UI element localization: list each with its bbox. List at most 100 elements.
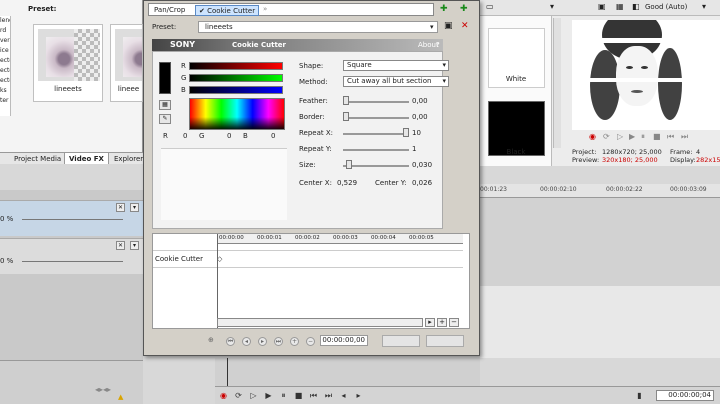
go-to-start-icon[interactable]: ⏮ [309, 391, 318, 400]
play-icon[interactable]: ▶ [629, 132, 635, 141]
play-icon[interactable]: ▶ [264, 391, 273, 400]
plugin-chain-icon[interactable]: ✚ [440, 4, 448, 14]
monitor-icon[interactable]: ▣ [598, 2, 606, 11]
audio-track-header[interactable]: 0 % ✕ ▾ [0, 238, 143, 274]
keyframe-time[interactable]: 00:00:00,00 [320, 335, 368, 346]
level-slider[interactable] [22, 219, 123, 220]
last-keyframe-icon[interactable]: ⏭ [274, 337, 283, 346]
fx-list-item[interactable]: ver [0, 36, 10, 46]
track-menu-button[interactable]: ▾ [130, 203, 139, 212]
blank-icon[interactable]: ▭ [486, 2, 494, 11]
go-to-end-icon[interactable]: ⏭ [324, 391, 333, 400]
loop-icon[interactable]: ⟳ [234, 391, 243, 400]
border-thumb[interactable] [343, 112, 349, 121]
delete-preset-icon[interactable]: ✕ [461, 21, 469, 31]
scroll-right-icon[interactable]: ▸ [425, 318, 435, 327]
keyframe-ruler[interactable]: 00:00:00 00:00:01 00:00:02 00:00:03 00:0… [217, 234, 463, 244]
record-icon[interactable]: ◉ [589, 132, 596, 141]
green-slider[interactable] [189, 74, 283, 82]
repeat-x-value[interactable]: 10 [412, 129, 421, 137]
next-frame-icon[interactable]: ▸ [354, 391, 363, 400]
play-from-start-icon[interactable]: ▷ [617, 132, 623, 141]
shape-select[interactable]: Square [343, 60, 449, 71]
border-slider[interactable] [343, 117, 409, 119]
fx-list-item[interactable]: ecto [0, 56, 10, 66]
fx-list-item[interactable]: lend [0, 16, 10, 26]
feather-value[interactable]: 0,00 [412, 97, 428, 105]
size-thumb[interactable] [346, 160, 352, 169]
prev-keyframe-icon[interactable]: ◂ [242, 337, 251, 346]
eyedropper-icon[interactable]: ✎ [159, 114, 171, 124]
track-fx-button[interactable]: ✕ [116, 241, 125, 250]
pause-icon[interactable]: ⏸ [279, 391, 288, 400]
add-fx-icon[interactable]: ✚ [460, 4, 468, 14]
center-y-value[interactable]: 0,026 [412, 179, 432, 187]
video-track-header[interactable]: 0 % ✕ ▾ [0, 200, 143, 236]
fx-list-item[interactable]: ice [0, 46, 10, 56]
preset-thumbnail[interactable]: lineee [110, 24, 143, 102]
size-value[interactable]: 0,030 [412, 161, 432, 169]
fx-list-item[interactable]: rd [0, 26, 10, 36]
quality-menu-icon[interactable]: ▾ [702, 2, 706, 11]
preset-thumbnail[interactable]: lineeets [33, 24, 103, 102]
preset-scrollbar[interactable] [553, 18, 561, 148]
go-to-start-icon[interactable]: ⏮ [667, 132, 674, 142]
center-x-value[interactable]: 0,529 [337, 179, 357, 187]
feather-thumb[interactable] [343, 96, 349, 105]
repeat-x-thumb[interactable] [403, 128, 409, 137]
delete-keyframe-icon[interactable]: − [306, 337, 315, 346]
fx-list-item[interactable]: ecto [0, 76, 10, 86]
about-icon[interactable]: ? [436, 39, 440, 51]
keyframe-row[interactable]: Cookie Cutter ◇ [153, 250, 463, 268]
repeat-y-value[interactable]: 1 [412, 145, 416, 153]
quality-select[interactable]: Good (Auto) [645, 3, 687, 11]
border-value[interactable]: 0,00 [412, 113, 428, 121]
loop-icon[interactable]: ⟳ [603, 132, 610, 141]
color-swatch[interactable] [159, 62, 171, 94]
fx-cookie-cutter[interactable]: ✔ Cookie Cutter [195, 5, 260, 16]
track-fx-button[interactable]: ✕ [116, 203, 125, 212]
preset-dropdown-icon[interactable]: ▾ [430, 23, 434, 31]
timeline-time[interactable]: 00:00:00;04 [656, 390, 714, 401]
video-track-lane[interactable] [480, 198, 720, 286]
red-slider[interactable] [189, 62, 283, 70]
fx-list-item[interactable]: ks [0, 86, 10, 96]
next-keyframe-icon[interactable]: ▸ [258, 337, 267, 346]
fx-list[interactable]: lend rd ver ice ecto ecto ecto ks ter [0, 16, 11, 116]
play-from-start-icon[interactable]: ▷ [249, 391, 258, 400]
level-slider[interactable] [22, 261, 123, 262]
add-keyframe-icon[interactable]: + [290, 337, 299, 346]
save-preset-icon[interactable]: ▣ [444, 21, 453, 31]
feather-slider[interactable] [343, 101, 409, 103]
dropdown-icon[interactable]: ▾ [550, 2, 554, 11]
repeat-x-slider[interactable] [343, 133, 409, 135]
fx-list-item[interactable]: ecto [0, 66, 10, 76]
method-select[interactable]: Cut away all but section [343, 76, 449, 87]
split-screen-icon[interactable]: ▦ [616, 2, 624, 11]
zoom-out-icon[interactable]: − [449, 318, 459, 327]
overlay-icon[interactable]: ◧ [632, 2, 640, 11]
keyframe-cursor[interactable] [217, 234, 218, 328]
stop-icon[interactable]: ■ [294, 391, 303, 400]
blue-slider[interactable] [189, 86, 283, 94]
size-slider[interactable] [343, 165, 409, 167]
color-spectrum[interactable] [189, 98, 285, 130]
shape-preview[interactable] [161, 148, 287, 220]
fx-pan-crop[interactable]: Pan/Crop [151, 5, 188, 16]
first-keyframe-icon[interactable]: ⏮ [226, 337, 235, 346]
preset-select[interactable]: lineeets [198, 21, 438, 33]
pause-icon[interactable]: ⏸ [641, 132, 645, 142]
palette-icon[interactable]: ▦ [159, 100, 171, 110]
go-to-end-icon[interactable]: ⏭ [681, 132, 688, 142]
zoom-in-icon[interactable]: + [437, 318, 447, 327]
playhead[interactable] [227, 358, 228, 386]
stop-icon[interactable]: ■ [653, 132, 661, 141]
keyframe-scrollbar[interactable] [217, 318, 423, 327]
fx-list-item[interactable]: ter [0, 96, 10, 106]
audio-track-lane[interactable] [480, 286, 720, 358]
track-menu-button[interactable]: ▾ [130, 241, 139, 250]
prev-frame-icon[interactable]: ◂ [339, 391, 348, 400]
record-icon[interactable]: ◉ [219, 391, 228, 400]
zoom-handle-icon[interactable]: ◂▸◂▸ [95, 385, 111, 394]
repeat-y-slider[interactable] [343, 149, 409, 151]
